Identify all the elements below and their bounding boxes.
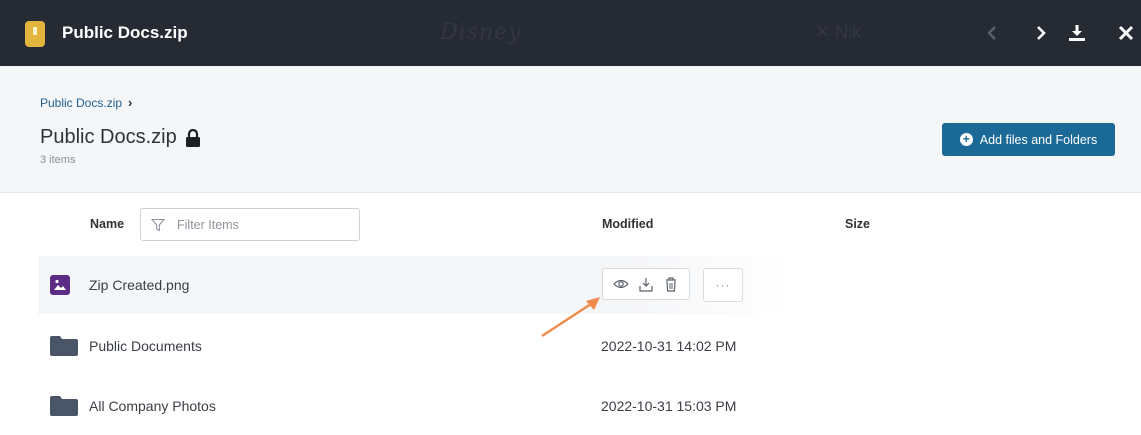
filter-box[interactable]: [140, 208, 360, 241]
preview-eye-icon: [613, 279, 630, 289]
page-title: Public Docs.zip: [40, 126, 201, 149]
breadcrumb-link[interactable]: Public Docs.zip: [40, 96, 122, 110]
breadcrumb-chevron-icon: ›: [128, 95, 133, 110]
column-header-name[interactable]: Name: [90, 217, 124, 231]
viewer-topbar: Public Docs.zip Disney ✕ Nik: [0, 0, 1141, 66]
row-actions: [602, 268, 690, 300]
image-file-icon: [50, 275, 74, 295]
download-file-button[interactable]: [638, 276, 654, 292]
column-header-modified[interactable]: Modified: [602, 217, 653, 231]
background-logo: Disney: [440, 20, 522, 45]
preview-button[interactable]: [613, 276, 630, 292]
chevron-right-icon: [1037, 26, 1046, 40]
previous-button[interactable]: [978, 17, 1006, 49]
annotation-arrow-icon: [541, 297, 600, 338]
file-name[interactable]: Zip Created.png: [89, 277, 189, 293]
filter-input[interactable]: [175, 216, 349, 233]
close-viewer-button[interactable]: [1112, 17, 1140, 49]
folder-name[interactable]: Public Documents: [89, 338, 202, 354]
close-icon: [1118, 25, 1134, 41]
modified-date: 2022-10-31 14:02 PM: [601, 338, 737, 354]
item-count: 3 items: [40, 154, 76, 166]
next-button[interactable]: [1027, 17, 1055, 49]
delete-button[interactable]: [663, 276, 679, 292]
background-close-text: ✕ Nik: [815, 22, 862, 42]
folder-icon: [50, 336, 78, 356]
chevron-left-icon: [987, 26, 996, 40]
download-icon: [1069, 25, 1085, 41]
add-files-label: Add files and Folders: [979, 132, 1098, 147]
add-files-button[interactable]: + Add files and Folders: [942, 123, 1115, 156]
folder-icon: [50, 396, 78, 416]
download-button[interactable]: [1063, 17, 1091, 49]
folder-header: Public Docs.zip › Public Docs.zip 3 item…: [0, 66, 1141, 193]
more-options-button[interactable]: ···: [703, 268, 743, 302]
viewer-title: Public Docs.zip: [62, 23, 188, 42]
breadcrumb: Public Docs.zip ›: [40, 95, 132, 110]
download-icon: [639, 277, 653, 292]
table-row[interactable]: All Company Photos 2022-10-31 15:03 PM: [38, 377, 1112, 435]
plus-circle-icon: +: [959, 133, 973, 146]
trash-icon: [665, 276, 676, 292]
lock-icon: [185, 128, 200, 147]
filter-funnel-icon: [151, 218, 165, 231]
zip-file-icon: [25, 21, 45, 47]
page-title-text: Public Docs.zip: [40, 126, 177, 148]
column-header-size[interactable]: Size: [845, 217, 870, 231]
